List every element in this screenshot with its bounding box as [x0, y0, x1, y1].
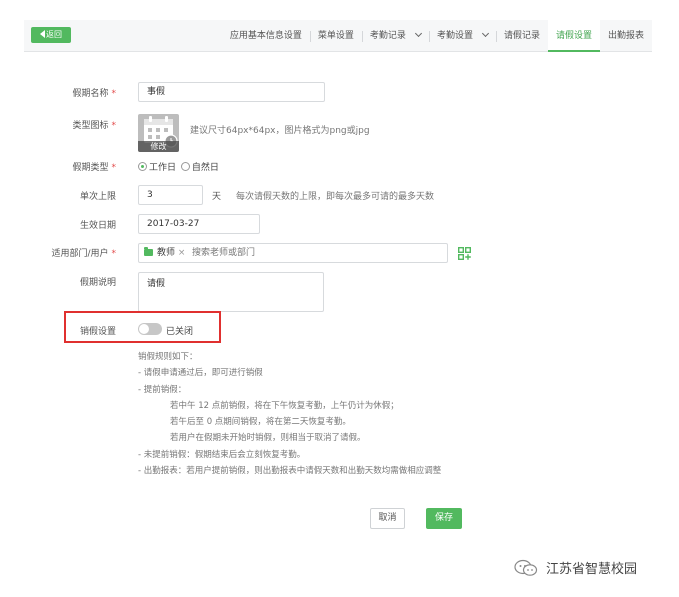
arrow-left-icon [40, 30, 45, 38]
icon-edit-button[interactable]: 修改 [138, 141, 179, 152]
rule-line: - 未提前销假：假期结束后会立刻恢复考勤。 [138, 449, 306, 460]
top-navigation-bar: 返回 应用基本信息设置 菜单设置 考勤记录 考勤设置 请假记录 请假设置 出勤报… [24, 20, 652, 52]
cancel-leave-toggle[interactable] [138, 323, 162, 335]
folder-icon [144, 247, 153, 256]
required-marker: * [111, 249, 117, 259]
toggle-knob [139, 324, 149, 334]
watermark-text: 江苏省智慧校园 [546, 562, 638, 577]
limit-unit: 天 [212, 192, 222, 202]
radio-checked-icon [138, 162, 147, 171]
tab-attendance-settings[interactable]: 考勤设置 [428, 20, 496, 52]
type-icon-upload[interactable]: 修改 [138, 114, 179, 152]
tab-leave-settings[interactable]: 请假设置 [547, 20, 600, 52]
add-scope-icon[interactable] [458, 247, 471, 260]
required-marker: * [111, 121, 117, 131]
scope-label: 适用部门/用户 * [51, 249, 117, 259]
scope-search-placeholder: 搜索老师或部门 [192, 248, 256, 258]
rule-line: 若午后至 0 点期间销假，将在第二天恢复考勤。 [170, 417, 351, 428]
close-icon[interactable]: × [178, 248, 186, 258]
leave-name-input[interactable]: 事假 [138, 82, 325, 102]
rule-line: 若中午 12 点前销假，将在下午恢复考勤，上午仍计为休假； [170, 400, 399, 411]
single-limit-label: 单次上限 [79, 192, 116, 202]
tab-attendance-records[interactable]: 考勤记录 [361, 20, 429, 52]
scope-selector[interactable]: 教师 × 搜索老师或部门 [138, 243, 448, 263]
rule-line: - 出勤报表：若用户提前销假，则出勤报表中请假天数和出勤天数均需做相应调整 [138, 466, 442, 477]
type-icon-label: 类型图标 * [72, 121, 117, 131]
rule-line: - 提前销假： [138, 384, 187, 395]
tab-strip: 应用基本信息设置 菜单设置 考勤记录 考勤设置 请假记录 请假设置 出勤报表 [222, 20, 652, 52]
back-button-label: 返回 [46, 30, 62, 39]
single-limit-input[interactable]: 3 [138, 185, 203, 205]
tab-app-basic-settings[interactable]: 应用基本信息设置 [222, 20, 310, 52]
effective-date-label: 生效日期 [79, 221, 116, 231]
scope-tag: 教师 × [157, 248, 186, 258]
toggle-status-text: 已关闭 [166, 327, 194, 337]
tab-leave-records[interactable]: 请假记录 [495, 20, 548, 52]
required-marker: * [111, 163, 117, 173]
watermark: 江苏省智慧校园 [514, 558, 637, 577]
save-button[interactable]: 保存 [426, 508, 462, 529]
tab-menu-settings[interactable]: 菜单设置 [309, 20, 362, 52]
rule-line: - 请假申请通过后，即可进行销假 [138, 368, 263, 379]
wechat-icon [514, 559, 538, 576]
effective-date-input[interactable]: 2017-03-27 [138, 214, 260, 234]
cancel-button[interactable]: 取消 [370, 508, 405, 529]
description-label: 假期说明 [79, 278, 116, 288]
radio-workday[interactable]: 工作日 [138, 162, 176, 173]
chevron-down-icon [481, 29, 489, 38]
rule-line: 若用户在假期未开始时销假，则相当于取消了请假。 [170, 433, 366, 444]
radio-natural-day[interactable]: 自然日 [180, 162, 219, 173]
limit-hint: 每次请假天数的上限，即每次最多可请的最多天数 [236, 192, 435, 202]
leave-type-label: 假期类型 * [72, 163, 117, 173]
tab-attendance-report[interactable]: 出勤报表 [600, 20, 652, 52]
description-textarea[interactable]: 请假 [138, 272, 324, 312]
leave-type-radio-group: 工作日 自然日 [138, 160, 219, 173]
required-marker: * [111, 89, 117, 99]
icon-size-hint: 建议尺寸64px*64px，图片格式为png或jpg [190, 126, 370, 136]
rule-line: 销假规则如下： [138, 352, 198, 362]
cancel-leave-label: 销假设置 [79, 327, 116, 337]
cancel-leave-rules: 销假规则如下： - 请假申请通过后，即可进行销假 - 提前销假： 若中午 12 … [138, 349, 441, 479]
chevron-down-icon [414, 29, 422, 38]
leave-name-label: 假期名称 * [72, 89, 117, 99]
back-button[interactable]: 返回 [31, 27, 71, 43]
radio-unchecked-icon [180, 162, 190, 171]
